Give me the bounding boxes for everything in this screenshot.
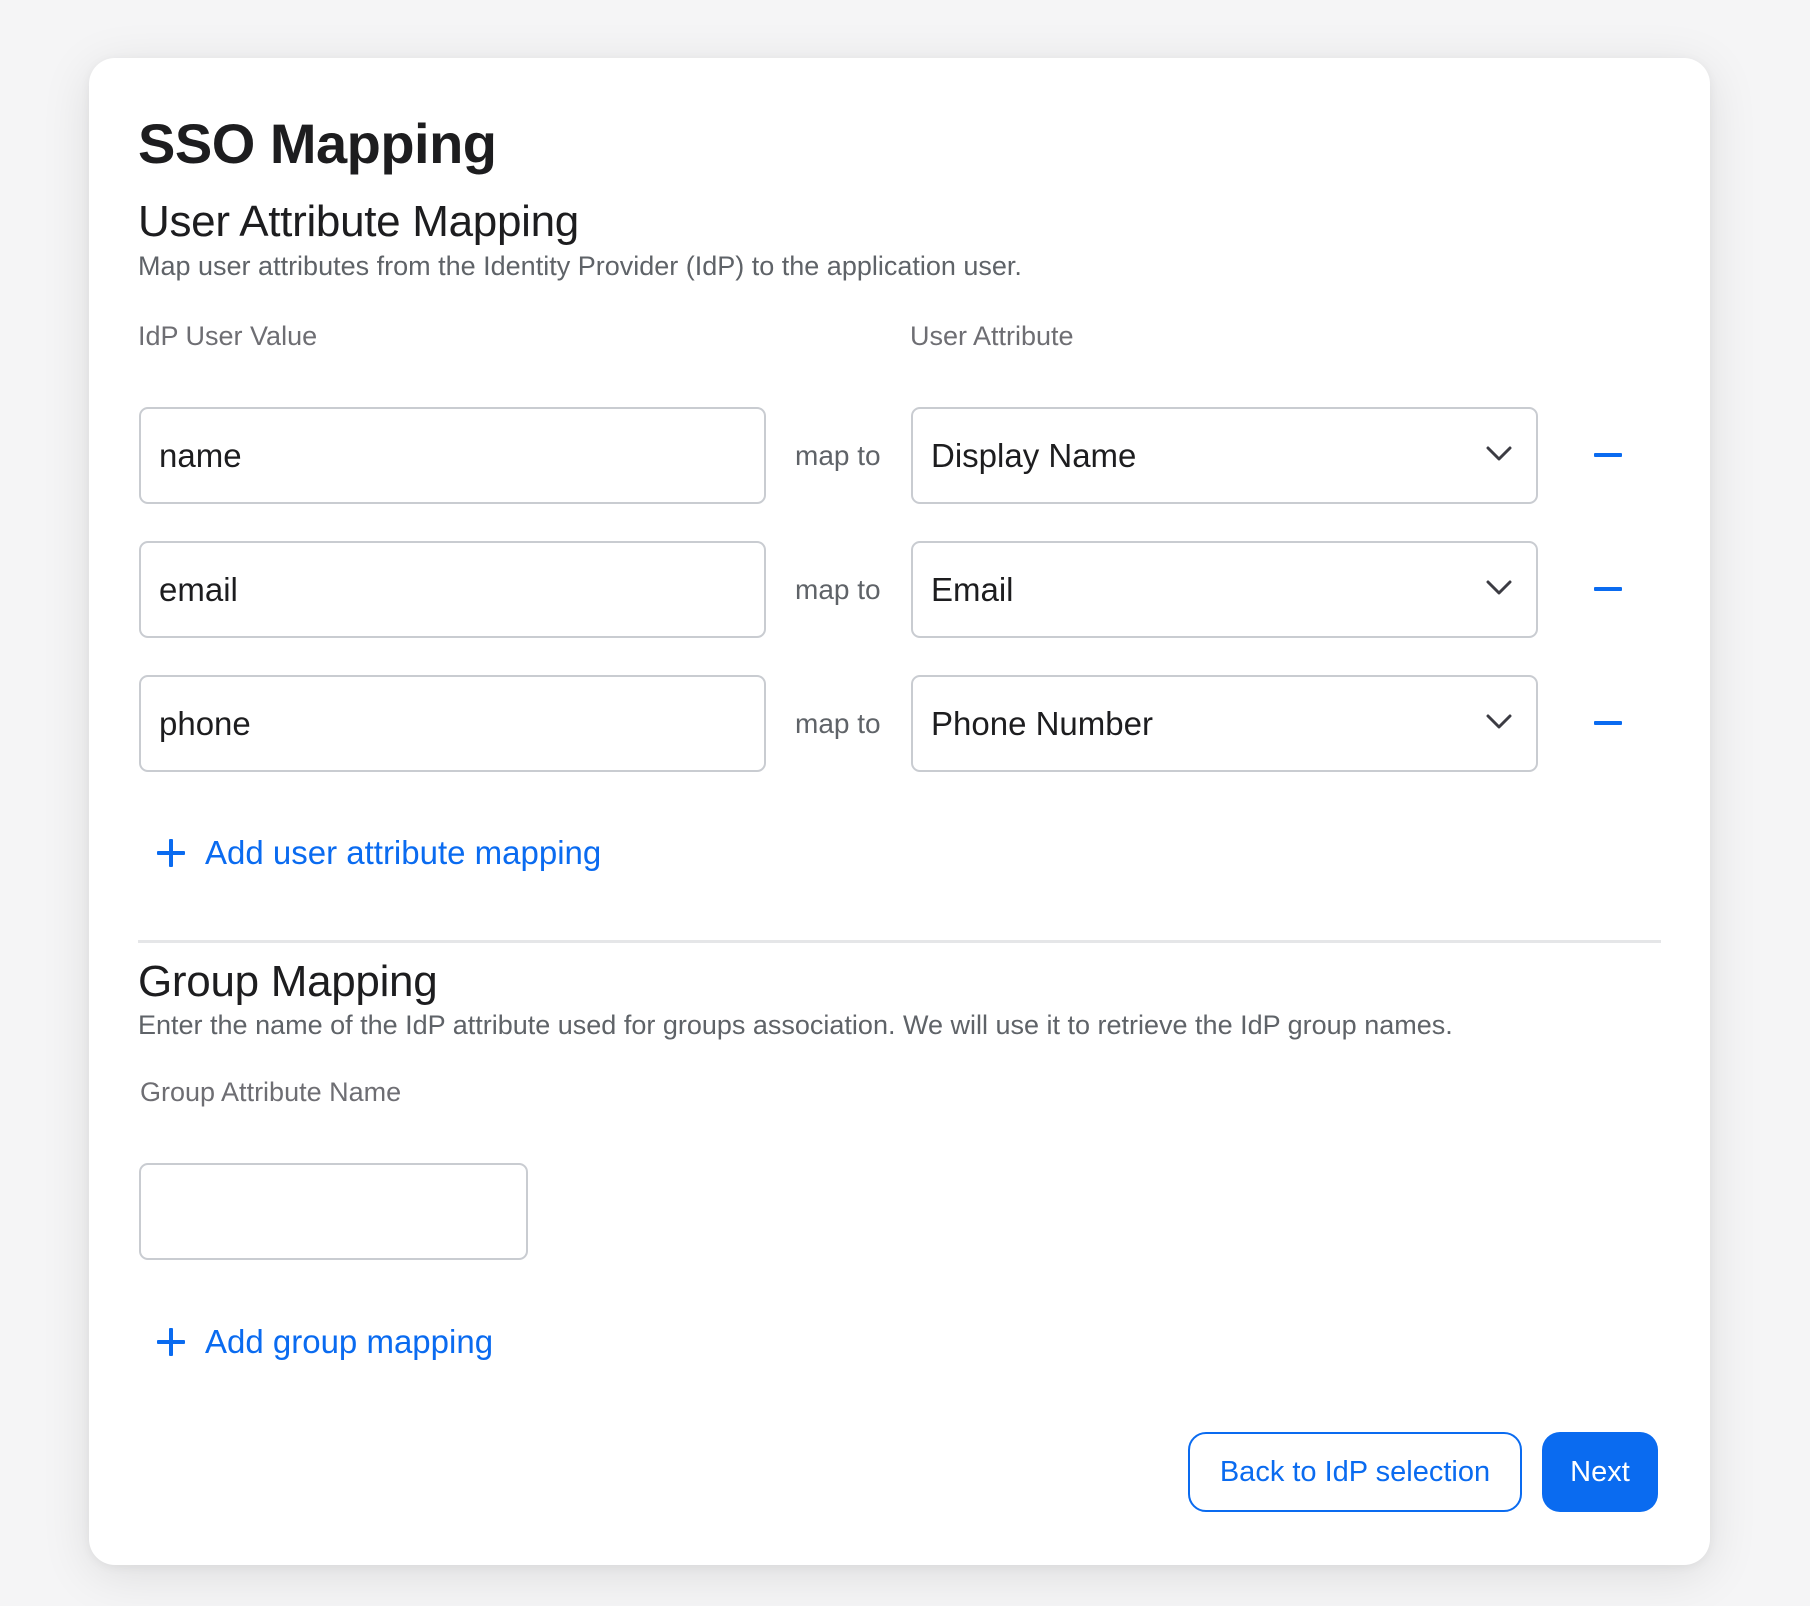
chevron-down-icon [1486, 580, 1512, 595]
back-to-idp-selection-button[interactable]: Back to IdP selection [1188, 1432, 1522, 1512]
group-attribute-name-label: Group Attribute Name [140, 1077, 402, 1107]
user-attribute-mapping-title: User Attribute Mapping [138, 197, 579, 246]
remove-mapping-button[interactable] [1588, 703, 1628, 743]
idp-user-value-label: IdP User Value [138, 321, 318, 351]
remove-mapping-button[interactable] [1588, 569, 1628, 609]
user-attribute-select[interactable]: Phone Number [911, 675, 1538, 772]
map-to-label: map to [795, 440, 881, 471]
user-attribute-select[interactable]: Display Name [911, 407, 1538, 504]
add-user-attribute-mapping-button[interactable]: Add user attribute mapping [157, 834, 601, 872]
idp-value-input[interactable] [139, 541, 766, 638]
user-attribute-mapping-description: Map user attributes from the Identity Pr… [138, 251, 1022, 281]
idp-value-input[interactable] [139, 675, 766, 772]
minus-icon [1594, 721, 1622, 725]
selected-attribute: Phone Number [931, 705, 1153, 742]
add-user-attribute-mapping-label: Add user attribute mapping [205, 834, 602, 871]
remove-mapping-button[interactable] [1588, 435, 1628, 475]
page-title: SSO Mapping [138, 112, 497, 175]
user-attribute-label: User Attribute [910, 321, 1074, 351]
section-divider [138, 940, 1661, 943]
user-attribute-select[interactable]: Email [911, 541, 1538, 638]
plus-icon [157, 839, 185, 867]
idp-value-input[interactable] [139, 407, 766, 504]
group-mapping-title: Group Mapping [138, 957, 438, 1006]
plus-icon [157, 1328, 185, 1356]
selected-attribute: Display Name [931, 437, 1137, 474]
chevron-down-icon [1486, 446, 1512, 461]
map-to-label: map to [795, 574, 881, 605]
add-group-mapping-label: Add group mapping [205, 1323, 494, 1360]
minus-icon [1594, 453, 1622, 457]
add-group-mapping-button[interactable]: Add group mapping [157, 1323, 493, 1361]
next-button[interactable]: Next [1542, 1432, 1658, 1512]
chevron-down-icon [1486, 714, 1512, 729]
minus-icon [1594, 587, 1622, 591]
sso-mapping-card: SSO Mapping User Attribute Mapping Map u… [89, 58, 1710, 1565]
group-attribute-name-input[interactable] [139, 1163, 528, 1260]
map-to-label: map to [795, 708, 881, 739]
selected-attribute: Email [931, 571, 1014, 608]
group-mapping-description: Enter the name of the IdP attribute used… [138, 1010, 1453, 1040]
